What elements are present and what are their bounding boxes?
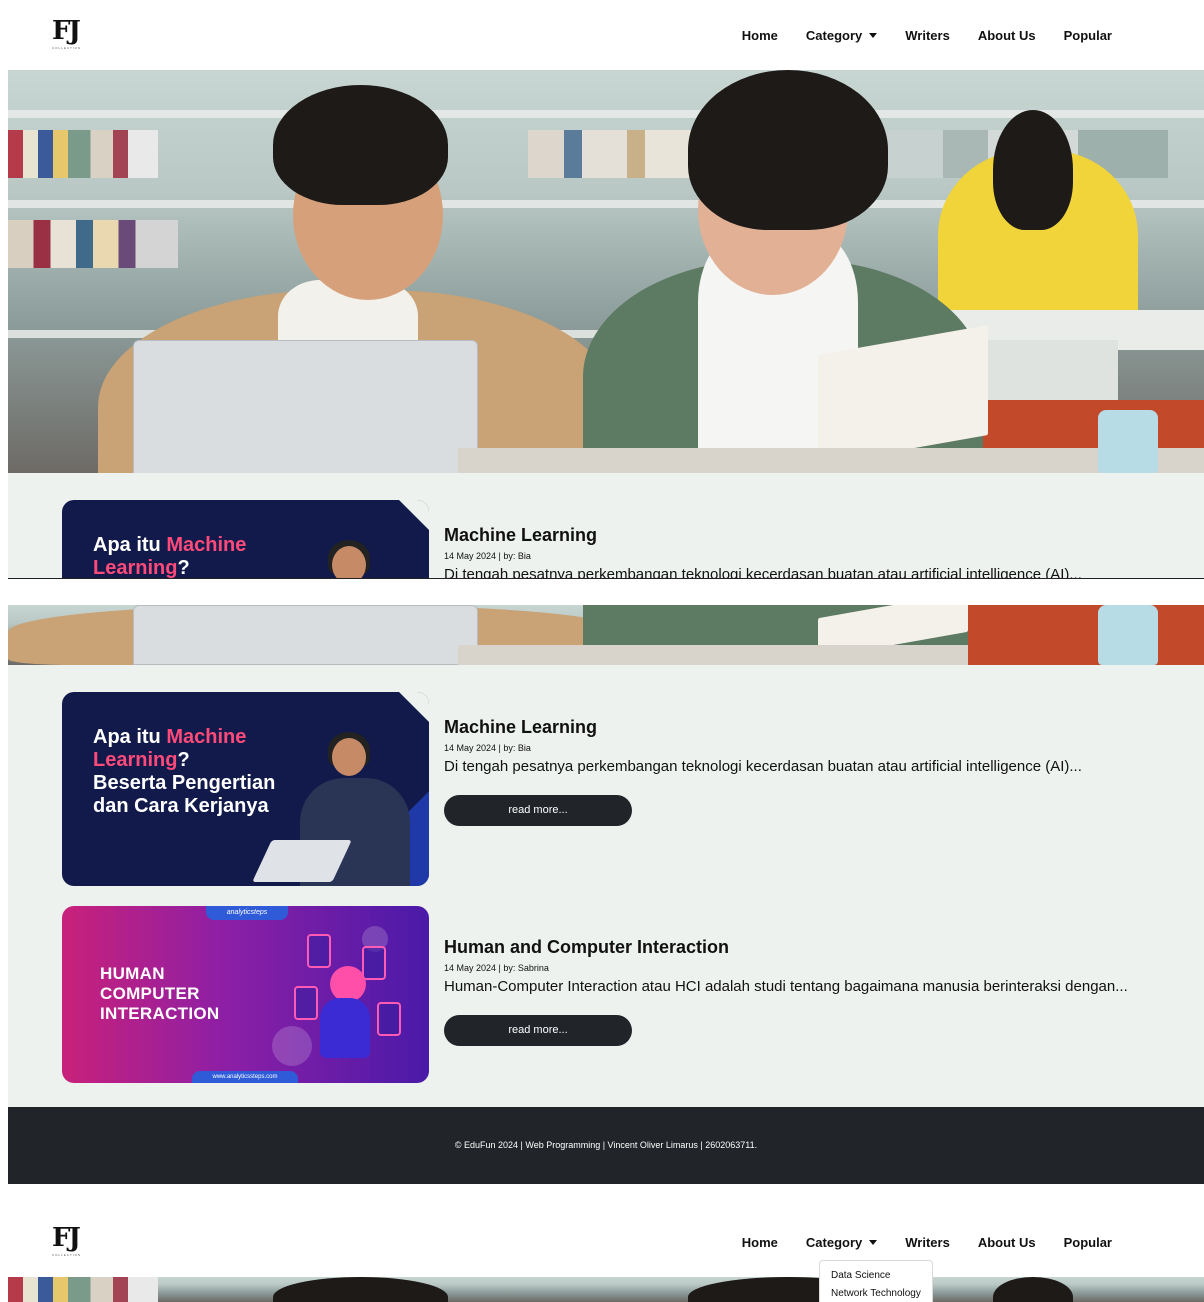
footer: © EduFun 2024 | Web Programming | Vincen…	[8, 1107, 1204, 1184]
navbar: FJ COLLECTION Home Category Writers Abou…	[0, 0, 1204, 70]
caret-down-icon	[869, 1239, 878, 1245]
article-thumbnail[interactable]: Apa itu Machine Learning? Beserta Penger…	[62, 692, 429, 886]
thumbnail-url: www.analyticssteps.com	[192, 1071, 298, 1083]
article-list: Apa itu Machine Learning? Beserta Penger…	[8, 665, 1204, 1107]
article-thumbnail[interactable]: Apa itu Machine Learning? Beserta Penger…	[62, 500, 429, 579]
dropdown-item-data-science[interactable]: Data Science	[820, 1267, 932, 1285]
nav-popular[interactable]: Popular	[1050, 1235, 1126, 1250]
navbar: FJ COLLECTION Home Category Writers Abou…	[0, 1207, 1204, 1277]
article-meta: 14 May 2024 | by: Bia	[444, 743, 531, 753]
thumbnail-title: HUMAN COMPUTER INTERACTION	[100, 964, 220, 1023]
read-more-button[interactable]: read more...	[444, 1015, 632, 1046]
nav-popular[interactable]: Popular	[1050, 28, 1126, 43]
article-meta: 14 May 2024 | by: Sabrina	[444, 963, 549, 973]
nav-links: Home Category Writers About Us Popular	[728, 0, 1126, 70]
read-more-button[interactable]: read more...	[444, 795, 632, 826]
article-body: Human and Computer Interaction 14 May 20…	[444, 906, 1204, 1046]
article-card: analyticsteps HUMAN COMPUTER INTERACTION…	[62, 906, 1202, 1083]
article-card: Apa itu Machine Learning? Beserta Penger…	[62, 692, 1202, 886]
category-dropdown-menu: Data Science Network Technology	[819, 1260, 933, 1302]
article-body: Machine Learning 14 May 2024 | by: Bia D…	[444, 500, 1204, 579]
article-title[interactable]: Machine Learning	[444, 525, 1204, 546]
nav-writers[interactable]: Writers	[891, 1235, 964, 1250]
logo-mark: FJ	[52, 16, 81, 46]
nav-category-label: Category	[805, 27, 863, 43]
article-list-clipped: Apa itu Machine Learning? Beserta Penger…	[8, 473, 1204, 579]
article-excerpt: Di tengah pesatnya perkembangan teknolog…	[444, 758, 1082, 775]
thumbnail-brand: analyticsteps	[206, 906, 288, 920]
article-title[interactable]: Human and Computer Interaction	[444, 937, 1204, 958]
article-title[interactable]: Machine Learning	[444, 717, 1204, 738]
nav-about-us[interactable]: About Us	[964, 1235, 1050, 1250]
article-card: Apa itu Machine Learning? Beserta Penger…	[62, 500, 1202, 579]
brand-logo[interactable]: FJ COLLECTION	[52, 18, 92, 52]
article-body: Machine Learning 14 May 2024 | by: Bia D…	[444, 692, 1204, 826]
article-meta: 14 May 2024 | by: Bia	[444, 551, 531, 561]
logo-mark: FJ	[52, 1223, 81, 1253]
hero-image-scrolled	[8, 605, 1204, 665]
nav-writers[interactable]: Writers	[891, 28, 964, 43]
nav-category[interactable]: Category	[792, 1235, 891, 1250]
nav-home[interactable]: Home	[728, 28, 792, 43]
thumbnail-title: Apa itu Machine Learning? Beserta Penger…	[93, 726, 276, 817]
divider	[8, 578, 1204, 579]
logo-subtitle: COLLECTION	[52, 1253, 82, 1257]
nav-category[interactable]: Category	[792, 28, 891, 43]
caret-down-icon	[869, 32, 878, 38]
nav-about-us[interactable]: About Us	[964, 28, 1050, 43]
article-thumbnail[interactable]: analyticsteps HUMAN COMPUTER INTERACTION…	[62, 906, 429, 1083]
thumbnail-title: Apa itu Machine Learning? Beserta Penger…	[93, 534, 247, 579]
logo-subtitle: COLLECTION	[52, 46, 82, 50]
nav-home[interactable]: Home	[728, 1235, 792, 1250]
hero-image	[8, 70, 1204, 473]
article-excerpt: Human-Computer Interaction atau HCI adal…	[444, 978, 1128, 995]
brand-logo[interactable]: FJ COLLECTION	[52, 1225, 92, 1259]
dropdown-item-network-technology[interactable]: Network Technology	[820, 1285, 932, 1302]
footer-text: © EduFun 2024 | Web Programming | Vincen…	[454, 1140, 758, 1150]
nav-category-label: Category	[805, 1234, 863, 1250]
hero-image-top	[8, 1277, 1204, 1302]
